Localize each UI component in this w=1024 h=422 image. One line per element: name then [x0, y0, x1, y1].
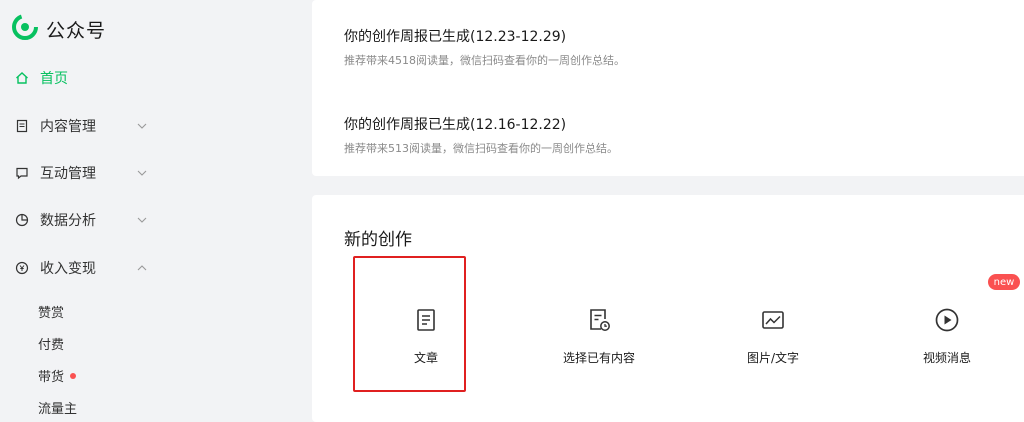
chevron-down-icon	[137, 217, 147, 223]
sidebar-subitem-traffic-owner[interactable]: 流量主	[38, 398, 77, 417]
comment-icon	[14, 165, 30, 181]
section-title: 新的创作	[344, 230, 412, 250]
create-video-message-button[interactable]: 视频消息	[892, 285, 1002, 391]
video-play-icon	[934, 307, 960, 333]
create-image-text-button[interactable]: 图片/文字	[718, 285, 828, 391]
sidebar-item-label: 内容管理	[40, 119, 96, 135]
document-icon	[14, 118, 30, 134]
sidebar-item-label: 互动管理	[40, 166, 96, 182]
create-article-button[interactable]: 文章	[371, 285, 481, 391]
home-icon	[14, 70, 30, 86]
weekly-report-card: 你的创作周报已生成(12.23-12.29) 推荐带来4518阅读量，微信扫码查…	[312, 0, 1024, 176]
sidebar-subitem-label: 付费	[38, 338, 65, 353]
create-item-label: 选择已有内容	[562, 351, 635, 365]
sidebar-subitem-label: 流量主	[38, 402, 78, 417]
app-title: 公众号	[46, 19, 107, 42]
weekly-report-item[interactable]: 你的创作周报已生成(12.23-12.29) 推荐带来4518阅读量，微信扫码查…	[344, 26, 625, 68]
app-logo[interactable]: 公众号	[12, 14, 106, 44]
new-badge: new	[988, 274, 1020, 290]
wechat-official-logo-icon	[12, 14, 38, 44]
chevron-down-icon	[137, 123, 147, 129]
sidebar-item-home[interactable]: 首页	[14, 66, 164, 90]
sidebar-subitem-appreciation[interactable]: 赞赏	[38, 302, 64, 321]
create-item-label: 文章	[413, 351, 438, 365]
sidebar-item-monetization[interactable]: 收入变现	[14, 256, 164, 280]
select-existing-content-button[interactable]: 选择已有内容	[544, 285, 654, 391]
sidebar-subitem-label: 赞赏	[38, 306, 65, 321]
sidebar-subitem-selling[interactable]: 带货	[38, 366, 77, 385]
sidebar-subitem-paid[interactable]: 付费	[38, 334, 64, 353]
report-title: 你的创作周报已生成(12.16-12.22)	[344, 117, 567, 133]
image-text-icon	[760, 307, 786, 333]
sidebar-item-content-management[interactable]: 内容管理	[14, 114, 164, 138]
sidebar-subitem-label: 带货	[38, 370, 65, 385]
sidebar-item-label: 收入变现	[40, 261, 96, 277]
report-description: 推荐带来513阅读量，微信扫码查看你的一周创作总结。	[344, 142, 618, 155]
report-description: 推荐带来4518阅读量，微信扫码查看你的一周创作总结。	[344, 54, 625, 67]
create-item-label: 图片/文字	[746, 351, 800, 365]
sidebar-item-label: 首页	[40, 71, 68, 87]
notification-dot	[70, 372, 77, 379]
sidebar: 公众号 首页 内容管理 互动管理 数据分析 收入变现 赞赏 付费 带货 流量主	[0, 0, 300, 422]
weekly-report-item[interactable]: 你的创作周报已生成(12.16-12.22) 推荐带来513阅读量，微信扫码查看…	[344, 114, 618, 156]
chevron-down-icon	[137, 170, 147, 176]
sidebar-item-interaction-management[interactable]: 互动管理	[14, 161, 164, 185]
sidebar-item-label: 数据分析	[40, 213, 96, 229]
chevron-up-icon	[137, 265, 147, 271]
sidebar-item-data-analysis[interactable]: 数据分析	[14, 208, 164, 232]
new-creation-card: 新的创作 文章 选择已有内容 图片/文字 视频消息	[312, 195, 1024, 422]
yen-icon	[14, 260, 30, 276]
report-title: 你的创作周报已生成(12.23-12.29)	[344, 29, 567, 45]
article-icon	[413, 307, 439, 333]
pie-chart-icon	[14, 212, 30, 228]
existing-content-icon	[586, 307, 612, 333]
create-item-label: 视频消息	[922, 351, 971, 365]
